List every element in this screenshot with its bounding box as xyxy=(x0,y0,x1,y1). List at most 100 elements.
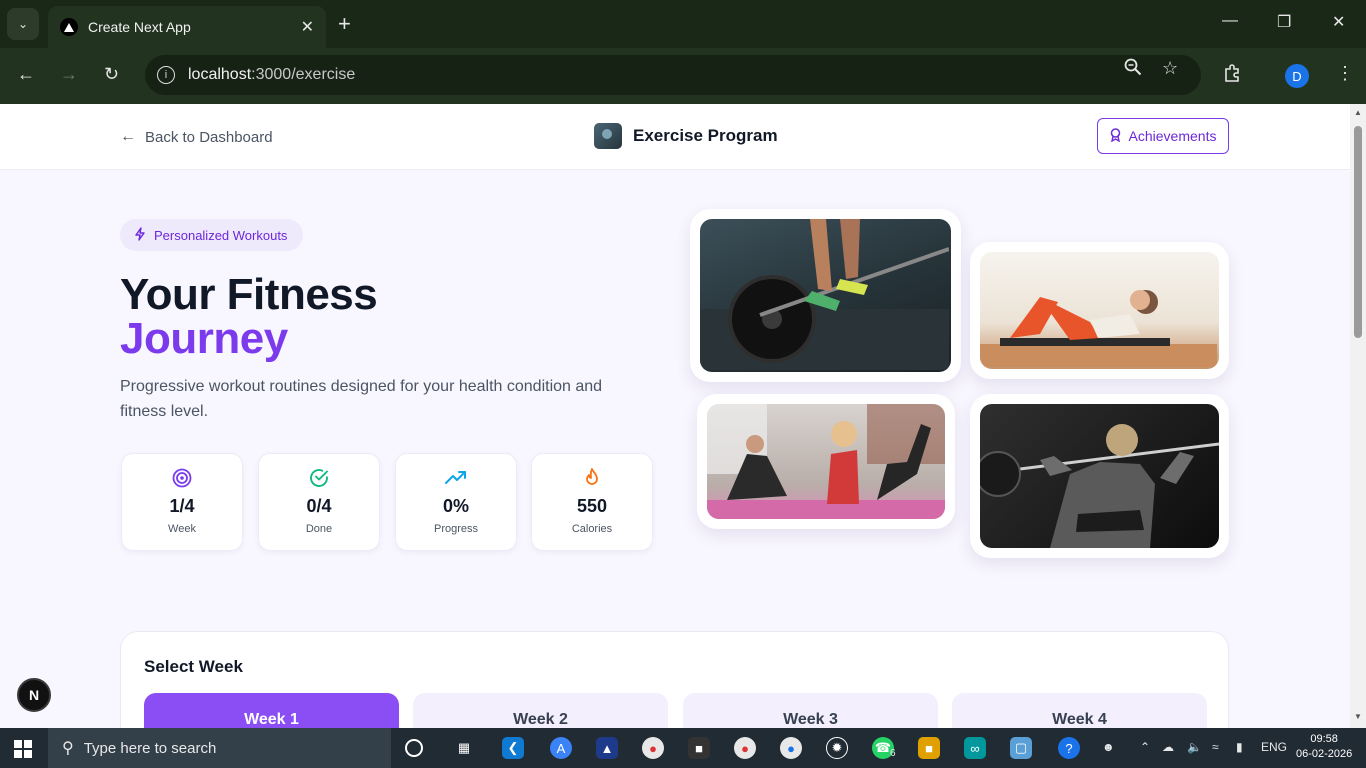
stat-value: 0/4 xyxy=(306,496,332,516)
reload-icon[interactable]: ↻ xyxy=(104,64,119,85)
help-icon[interactable]: ? xyxy=(1058,737,1080,759)
chrome-profile-m-icon[interactable]: ● xyxy=(734,737,756,759)
page-scrollbar[interactable]: ▲ ▼ xyxy=(1350,104,1366,728)
nextjs-favicon-icon xyxy=(60,18,78,36)
week-4-button[interactable]: Week 4 xyxy=(952,693,1207,728)
crunches-photo xyxy=(970,242,1229,379)
browser-tab-strip: ⌄ Create Next App ✕ + — ❐ ✕ xyxy=(0,0,1366,48)
check-circle-icon xyxy=(259,468,379,492)
browser-menu-icon[interactable]: ⋮ xyxy=(1336,63,1354,84)
cortana-icon[interactable] xyxy=(405,739,423,757)
clock-time: 09:58 xyxy=(1310,733,1338,745)
target-icon xyxy=(122,468,242,492)
lightning-icon xyxy=(134,226,146,244)
stat-card-calories: 550 Calories xyxy=(531,453,653,551)
group-workout-photo xyxy=(697,394,955,529)
week-selector-title: Select Week xyxy=(144,657,243,676)
arrow-left-icon: ← xyxy=(120,128,136,145)
chevron-down-icon: ⌄ xyxy=(17,17,29,31)
tray-chevron-up-icon[interactable]: ⌃ xyxy=(1140,740,1150,754)
search-icon: ⚲ xyxy=(62,740,74,757)
trending-up-icon xyxy=(396,468,516,492)
battery-icon[interactable]: ▮ xyxy=(1236,740,1243,754)
scroll-up-icon[interactable]: ▲ xyxy=(1354,108,1362,117)
minimize-window-button[interactable]: — xyxy=(1222,12,1238,30)
stat-label: Week xyxy=(168,523,196,535)
close-window-button[interactable]: ✕ xyxy=(1332,12,1345,32)
chrome-profile-icon[interactable]: ● xyxy=(780,737,802,759)
whatsapp-badge: 6 xyxy=(890,748,896,759)
chrome-icon[interactable]: ● xyxy=(642,737,664,759)
stat-label: Done xyxy=(305,523,333,535)
zoom-icon[interactable] xyxy=(1124,58,1142,81)
app-icon[interactable]: A xyxy=(550,737,572,759)
page-title-text: Exercise Program xyxy=(633,126,778,145)
windows-start-icon[interactable] xyxy=(14,740,32,758)
week-3-button[interactable]: Week 3 xyxy=(683,693,938,728)
achievements-label: Achievements xyxy=(1128,128,1217,144)
volume-icon[interactable]: 🔈 xyxy=(1187,740,1202,754)
stat-card-done: 0/4 Done xyxy=(258,453,380,551)
file-explorer-icon[interactable]: ■ xyxy=(918,737,940,759)
hero-title-line2: Journey xyxy=(120,314,288,363)
barbell-squat-photo xyxy=(970,394,1229,558)
browser-tab[interactable]: Create Next App ✕ xyxy=(48,6,326,48)
new-tab-button[interactable]: + xyxy=(338,12,351,36)
hero-description: Progressive workout routines designed fo… xyxy=(120,378,603,420)
android-studio-icon[interactable]: ▲ xyxy=(596,737,618,759)
chatgpt-icon[interactable]: ✹ xyxy=(826,737,848,759)
clock-date: 06-02-2026 xyxy=(1296,748,1353,760)
scroll-down-icon[interactable]: ▼ xyxy=(1354,712,1362,721)
stat-label: Calories xyxy=(571,523,613,535)
tab-title: Create Next App xyxy=(88,19,191,35)
people-icon[interactable]: ☻ xyxy=(1102,740,1115,754)
profile-avatar[interactable]: D xyxy=(1285,64,1309,88)
stat-card-week: 1/4 Week xyxy=(121,453,243,551)
search-placeholder: Type here to search xyxy=(83,739,217,757)
address-bar[interactable]: i localhost:3000/exercise xyxy=(145,55,1201,95)
nextjs-dev-indicator-icon[interactable]: N xyxy=(17,678,51,712)
award-icon xyxy=(1110,127,1121,145)
stat-value: 0% xyxy=(442,496,469,516)
task-view-icon[interactable]: ▦ xyxy=(453,737,475,759)
vscode-icon[interactable]: ❮ xyxy=(502,737,524,759)
stat-label: Progress xyxy=(433,523,479,535)
wifi-icon[interactable]: ≈ xyxy=(1212,740,1219,754)
flame-icon xyxy=(532,468,652,492)
back-arrow-icon[interactable]: ← xyxy=(17,64,35,85)
cloud-offline-icon[interactable]: ☁ xyxy=(1162,740,1174,754)
taskbar-clock[interactable]: 09:58 06-02-2026 xyxy=(1296,732,1352,762)
back-link-label: Back to Dashboard xyxy=(145,128,273,146)
week-1-button[interactable]: Week 1 xyxy=(144,693,399,728)
badge-label: Personalized Workouts xyxy=(154,227,288,243)
barbell-deadlift-photo xyxy=(690,209,961,382)
notes-icon[interactable]: ▢ xyxy=(1010,737,1032,759)
hero-title-line1: Your Fitness xyxy=(120,270,378,319)
extensions-icon[interactable] xyxy=(1223,63,1243,88)
app-logo-icon xyxy=(594,123,622,149)
browser-toolbar: ← → ↻ i localhost:3000/exercise ☆ D ⋮ xyxy=(0,48,1366,104)
week-2-button[interactable]: Week 2 xyxy=(413,693,668,728)
app-header: ← Back to Dashboard Exercise Program Ach… xyxy=(0,104,1350,170)
bookmark-star-icon[interactable]: ☆ xyxy=(1162,58,1178,79)
scrollbar-thumb[interactable] xyxy=(1354,126,1362,338)
back-to-dashboard-link[interactable]: ← Back to Dashboard xyxy=(120,128,273,146)
tab-search-button[interactable]: ⌄ xyxy=(7,8,39,40)
windows-taskbar: ⚲ Type here to search ▦ ❮ A ▲ ● ■ ● ● ✹ … xyxy=(0,728,1366,768)
personalized-badge: Personalized Workouts xyxy=(120,219,304,251)
stat-card-progress: 0% Progress xyxy=(395,453,517,551)
close-tab-icon[interactable]: ✕ xyxy=(301,17,314,37)
arduino-icon[interactable]: ∞ xyxy=(964,737,986,759)
page-viewport: ← Back to Dashboard Exercise Program Ach… xyxy=(0,104,1350,728)
site-info-icon[interactable]: i xyxy=(157,66,175,84)
taskbar-search-box[interactable]: ⚲ Type here to search xyxy=(48,728,391,768)
stat-value: 1/4 xyxy=(169,496,195,516)
page-title: Exercise Program xyxy=(594,123,778,149)
achievements-button[interactable]: Achievements xyxy=(1097,118,1229,154)
url-text: localhost:3000/exercise xyxy=(188,66,356,83)
restore-window-button[interactable]: ❐ xyxy=(1277,12,1291,32)
package-icon[interactable]: ■ xyxy=(688,737,710,759)
week-selector-card: Select Week Week 1 Week 2 Week 3 Week 4 xyxy=(120,631,1229,728)
language-indicator[interactable]: ENG xyxy=(1261,740,1287,754)
forward-arrow-icon[interactable]: → xyxy=(60,64,78,85)
